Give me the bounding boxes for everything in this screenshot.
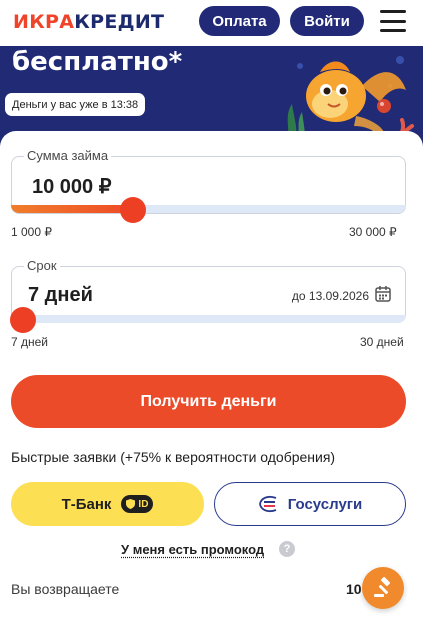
help-icon[interactable]: ? [279,541,295,557]
loan-amount-label: Сумма займа [24,148,112,163]
top-bar: ИКРАКРЕДИТ Оплата Войти [0,0,423,46]
loan-calculator-card: Сумма займа 10 000 ₽ 1 000 ₽ 30 000 ₽ Ср… [0,131,423,628]
gosuslugi-button[interactable]: Госуслуги [214,482,406,526]
tbank-id-button[interactable]: Т-Банк ID [11,482,204,526]
calendar-icon[interactable] [375,285,391,302]
logo[interactable]: ИКРАКРЕДИТ [13,11,164,33]
delivery-time-badge: Деньги у вас уже в 13:38 [5,93,146,116]
gavel-icon [374,577,391,597]
hero-title: бесплатно* [12,47,183,77]
loan-term-slider-track[interactable] [11,315,406,323]
loan-term-min-label: 7 дней [11,335,49,349]
gavel-button[interactable] [362,567,404,609]
pay-button[interactable]: Оплата [199,6,280,36]
tbank-id-badge: ID [121,495,154,513]
tbank-id-text: ID [138,498,149,510]
burger-line [380,29,406,32]
login-button[interactable]: Войти [290,6,364,36]
loan-amount-value[interactable]: 10 000 ₽ [32,174,111,199]
gosuslugi-icon [258,495,277,513]
loan-term-value[interactable]: 7 дней [28,284,93,307]
loan-amount-slider-thumb[interactable] [120,197,147,223]
shield-icon [126,499,136,509]
burger-line [380,19,406,23]
loan-amount-slider-fill [11,205,134,213]
hamburger-icon[interactable] [380,10,406,32]
tbank-label: Т-Банк [61,495,112,513]
return-amount-label: Вы возвращаете [11,581,120,597]
loan-term-due-date: до 13.09.2026 [291,289,369,303]
loan-term-slider-thumb[interactable] [10,307,36,333]
loan-amount-min-label: 1 000 ₽ [11,225,52,239]
burger-line [380,10,406,13]
logo-part-kredit: КРЕДИТ [74,11,165,33]
logo-part-ikra: ИКРА [13,11,75,33]
loan-amount-max-label: 30 000 ₽ [349,225,397,239]
loan-term-label: Срок [24,258,60,273]
get-money-button[interactable]: Получить деньги [11,375,406,428]
loan-amount-slider-track[interactable] [11,205,406,213]
promo-code-link[interactable]: У меня есть промокод [121,542,264,557]
loan-term-max-label: 30 дней [360,335,404,349]
gosuslugi-label: Госуслуги [287,495,363,513]
fast-applications-title: Быстрые заявки (+75% к вероятности одобр… [11,449,336,465]
return-amount-value: 10 [346,581,362,597]
